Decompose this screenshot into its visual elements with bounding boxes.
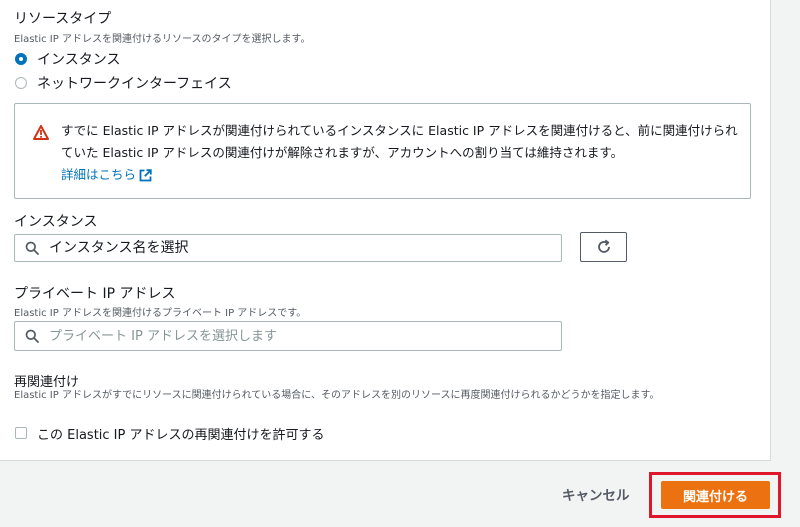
form-panel: リソースタイプ Elastic IP アドレスを関連付けるリソースのタイプを選択… xyxy=(0,0,771,461)
refresh-button[interactable] xyxy=(580,232,627,262)
reassociation-description: Elastic IP アドレスがすでにリソースに関連付けられている場合に、そのア… xyxy=(14,390,660,401)
private-ip-description: Elastic IP アドレスを関連付けるプライベート IP アドレスです。 xyxy=(14,308,307,319)
instance-search[interactable] xyxy=(14,234,562,262)
instance-search-input[interactable] xyxy=(49,240,561,256)
private-ip-search-input[interactable] xyxy=(49,328,561,344)
learn-more-link[interactable]: 詳細はこちら xyxy=(61,164,152,186)
reassociation-checkbox-row[interactable]: この Elastic IP アドレスの再関連付けを許可する xyxy=(15,423,325,443)
radio-instance-label[interactable]: インスタンス xyxy=(37,49,120,69)
radio-network-interface[interactable]: ネットワークインターフェイス xyxy=(15,73,232,93)
external-link-icon[interactable] xyxy=(139,168,152,182)
associate-button[interactable]: 関連付ける xyxy=(661,481,770,509)
search-icon xyxy=(25,329,39,343)
learn-more-label[interactable]: 詳細はこちら xyxy=(61,164,136,186)
private-ip-search[interactable] xyxy=(14,321,562,351)
private-ip-label: プライベート IP アドレス xyxy=(14,286,176,302)
radio-instance[interactable]: インスタンス xyxy=(15,49,120,69)
resource-type-description: Elastic IP アドレスを関連付けるリソースのタイプを選択します。 xyxy=(14,34,311,45)
cancel-button[interactable]: キャンセル xyxy=(562,484,630,504)
instance-label: インスタンス xyxy=(14,214,98,230)
search-icon xyxy=(25,241,39,255)
radio-button-instance[interactable] xyxy=(15,53,27,65)
alert-message: すでに Elastic IP アドレスが関連付けられているインスタンスに Ela… xyxy=(61,120,741,186)
reassociation-label: 再関連付け xyxy=(14,375,80,390)
alert-text: すでに Elastic IP アドレスが関連付けられているインスタンスに Ela… xyxy=(61,123,738,160)
reassociation-checkbox[interactable] xyxy=(15,427,27,439)
resource-type-label: リソースタイプ xyxy=(14,11,112,27)
radio-network-interface-label[interactable]: ネットワークインターフェイス xyxy=(37,73,232,93)
refresh-icon[interactable] xyxy=(596,239,612,255)
warning-alert: すでに Elastic IP アドレスが関連付けられているインスタンスに Ela… xyxy=(14,103,751,199)
radio-button-network-interface[interactable] xyxy=(15,77,27,89)
reassociation-checkbox-label[interactable]: この Elastic IP アドレスの再関連付けを許可する xyxy=(37,424,325,443)
warning-icon xyxy=(33,125,49,140)
